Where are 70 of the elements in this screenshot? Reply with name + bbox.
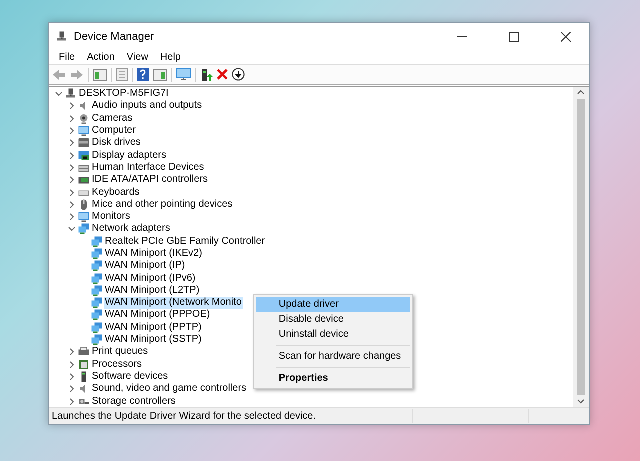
network-icon [91, 309, 103, 322]
chip-icon [78, 358, 90, 371]
menu-item[interactable]: Properties [256, 371, 410, 386]
status-text: Launches the Update Driver Wizard for the selected device. [51, 410, 318, 422]
tree-item[interactable]: IDE ATA/ATAPI controllers [91, 174, 209, 186]
network-icon [91, 236, 103, 248]
console-tree-icon[interactable] [93, 68, 107, 80]
network-icon [78, 223, 90, 236]
menu-item[interactable]: Update driver [256, 297, 410, 312]
monitor-icon [78, 125, 90, 138]
tree-item[interactable]: Display adapters [91, 150, 168, 162]
tree-item[interactable]: WAN Miniport (IKEv2) [104, 248, 204, 260]
network-icon [91, 272, 103, 285]
menu-bar-item[interactable]: Action [81, 52, 121, 62]
tree-item[interactable]: WAN Miniport (SSTP) [104, 334, 203, 346]
app-icon [56, 30, 68, 42]
tree-item[interactable]: Software devices [91, 370, 170, 383]
menu-bar-item[interactable]: View [120, 52, 154, 62]
network-icon [91, 284, 103, 297]
help-icon[interactable] [137, 68, 149, 81]
menu-bar-item[interactable]: File [53, 52, 82, 62]
back-arrow-icon[interactable] [52, 68, 66, 80]
tree-item[interactable]: Human Interface Devices [91, 162, 206, 174]
tree-item[interactable]: Print queues [91, 346, 150, 358]
scrollbar-thumb[interactable] [577, 99, 585, 395]
disk-drive-icon [78, 137, 90, 150]
tree-item[interactable]: WAN Miniport (IP) [104, 260, 186, 272]
menu-item[interactable]: Scan for hardware changes [256, 349, 410, 364]
tree-item[interactable]: Audio inputs and outputs [91, 100, 204, 112]
network-icon [91, 334, 103, 346]
tree-item[interactable]: Mice and other pointing devices [91, 198, 234, 211]
menu-item[interactable]: Disable device [256, 312, 410, 328]
network-icon [91, 248, 103, 260]
forward-arrow-icon[interactable] [70, 68, 84, 80]
tree-item[interactable]: WAN Miniport (PPTP) [104, 322, 203, 334]
properties-icon[interactable] [116, 68, 128, 81]
controller-card-icon [78, 174, 90, 186]
tree-item[interactable]: Computer [91, 125, 137, 138]
tree-item[interactable]: DESKTOP-M5FIG7I [78, 88, 170, 100]
menu-item[interactable]: Uninstall device [256, 327, 410, 342]
network-icon [91, 297, 103, 310]
menu-bar-item[interactable]: Help [154, 52, 187, 62]
tree-item[interactable]: Processors [91, 358, 144, 371]
download-icon[interactable] [232, 68, 245, 81]
add-driver-icon[interactable] [200, 68, 213, 82]
delete-icon[interactable] [217, 69, 228, 80]
tree-item[interactable]: WAN Miniport (L2TP) [104, 284, 201, 297]
tree-item[interactable]: Network adapters [91, 223, 172, 236]
action-pane-icon[interactable] [153, 68, 167, 80]
maximize-icon [509, 32, 519, 42]
network-icon [91, 322, 103, 334]
tree-item[interactable]: WAN Miniport (PPPOE) [104, 309, 212, 322]
tree-item[interactable]: WAN Miniport (IPv6) [104, 272, 197, 285]
monitor-icon [78, 211, 90, 224]
close-icon [561, 32, 571, 42]
tree-item[interactable]: Disk drives [91, 137, 142, 150]
tree-item[interactable]: WAN Miniport (Network Monito [104, 297, 243, 310]
display-adapter-icon [78, 150, 90, 162]
tree-item[interactable]: Keyboards [91, 186, 141, 199]
tree-item[interactable]: Monitors [91, 211, 132, 224]
tree-item[interactable]: Cameras [91, 112, 134, 125]
tree-item[interactable]: Sound, video and game controllers [91, 383, 248, 396]
window-title: Device Manager [74, 30, 156, 42]
network-icon [91, 260, 103, 272]
computer-icon [65, 88, 77, 100]
tree-item[interactable]: Realtek PCIe GbE Family Controller [104, 236, 266, 248]
tree-item[interactable]: Storage controllers [91, 396, 177, 408]
mouse-icon [78, 198, 90, 211]
monitor-icon[interactable] [176, 68, 191, 81]
webcam-icon [78, 112, 90, 125]
